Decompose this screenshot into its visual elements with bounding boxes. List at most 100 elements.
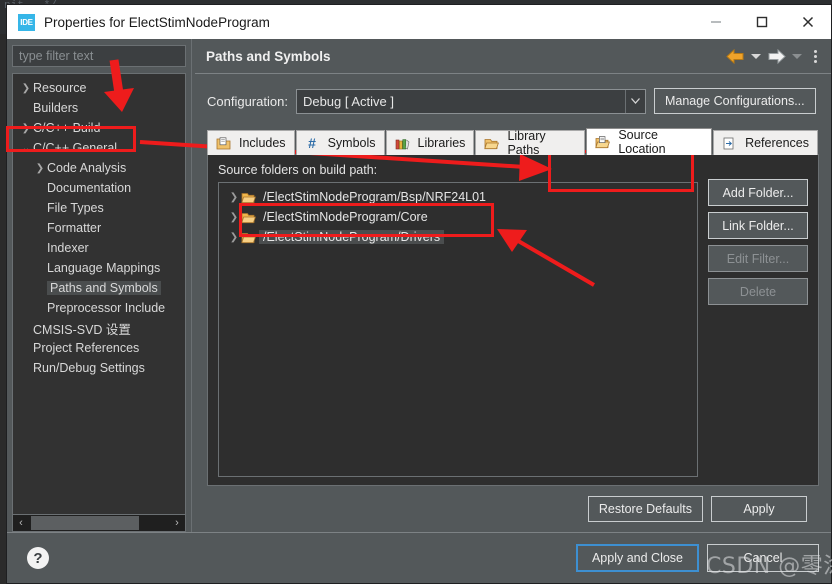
cancel-button[interactable]: Cancel	[707, 544, 819, 572]
apply-and-close-button[interactable]: Apply and Close	[575, 544, 699, 572]
delete-button: Delete	[708, 278, 808, 305]
sidebar-item-cpp-general[interactable]: ⌄ C/C++ General	[13, 138, 185, 158]
sidebar-item-run-debug-settings[interactable]: ❯ Run/Debug Settings	[13, 358, 185, 378]
no-twisty-icon: ❯	[33, 203, 47, 214]
scroll-right-icon[interactable]: ›	[169, 517, 185, 529]
sidebar-item-label: CMSIS-SVD 设置	[33, 322, 131, 337]
sidebar-item-documentation[interactable]: ❯ Documentation	[13, 178, 185, 198]
tab-label: Library Paths	[507, 129, 546, 157]
settings-tree[interactable]: ❯ Resource ❯ Builders ❯ C/C++ Build ⌄ C/…	[12, 73, 186, 514]
dialog-title: Properties for ElectStimNodeProgram	[44, 14, 270, 30]
manage-configurations-button[interactable]: Manage Configurations...	[653, 88, 816, 114]
sidebar-item-label: Language Mappings	[47, 261, 161, 275]
sidebar-item-resource[interactable]: ❯ Resource	[13, 78, 185, 98]
sidebar-item-paths-and-symbols[interactable]: ❯ Paths and Symbols	[13, 278, 185, 298]
list-item[interactable]: ❯ /ElectStimNodeProgram/Drivers	[219, 227, 697, 247]
back-history-chevron-down-icon[interactable]	[751, 53, 761, 59]
tab-label: Includes	[239, 136, 286, 150]
sidebar-item-label: Paths and Symbols	[47, 281, 161, 295]
sidebar-item-language-mappings[interactable]: ❯ Language Mappings	[13, 258, 185, 278]
tab-references[interactable]: References	[713, 130, 818, 155]
sidebar-item-label: Documentation	[47, 181, 132, 195]
chevron-right-icon[interactable]: ❯	[19, 83, 33, 94]
chevron-right-icon[interactable]: ❯	[33, 163, 47, 174]
no-twisty-icon: ❯	[33, 183, 47, 194]
chevron-down-icon[interactable]: ⌄	[19, 143, 33, 154]
chevron-right-icon[interactable]: ❯	[19, 123, 33, 134]
sidebar-item-builders[interactable]: ❯ Builders	[13, 98, 185, 118]
includes-icon	[216, 136, 231, 149]
sidebar-item-preprocessor-include[interactable]: ❯ Preprocessor Include	[13, 298, 185, 318]
scroll-thumb[interactable]	[31, 516, 139, 530]
filter-input[interactable]: type filter text	[12, 45, 186, 67]
folder-path: /ElectStimNodeProgram/Bsp/NRF24L01	[263, 190, 487, 204]
no-twisty-icon: ❯	[19, 363, 33, 374]
configuration-label: Configuration:	[207, 93, 288, 109]
configuration-row: Configuration: Debug [ Active ] Manage C…	[207, 88, 819, 114]
source-folders-section: Source folders on build path: ❯ /ElectSt…	[218, 163, 698, 477]
screen: nit */ IDE Properties for ElectStimNodeP…	[0, 0, 832, 584]
sidebar-item-formatter[interactable]: ❯ Formatter	[13, 218, 185, 238]
chevron-right-icon[interactable]: ❯	[227, 212, 241, 223]
folder-icon	[241, 212, 256, 223]
hash-icon: #	[308, 134, 316, 151]
scroll-left-icon[interactable]: ‹	[13, 517, 29, 529]
sidebar-item-label: C/C++ Build	[33, 121, 101, 135]
apply-button[interactable]: Apply	[711, 496, 807, 522]
source-folders-list[interactable]: ❯ /ElectStimNodeProgram/Bsp/NRF24L01 ❯ /…	[218, 182, 698, 477]
sidebar-item-label: Preprocessor Include	[47, 301, 166, 315]
minimize-icon[interactable]	[693, 5, 739, 39]
configuration-select[interactable]: Debug [ Active ]	[295, 88, 646, 114]
chevron-right-icon[interactable]: ❯	[227, 192, 241, 203]
sidebar-item-cpp-build[interactable]: ❯ C/C++ Build	[13, 118, 185, 138]
tab-library-paths[interactable]: Library Paths	[475, 129, 586, 157]
scroll-track[interactable]	[29, 515, 169, 531]
tab-source-location[interactable]: Source Location	[586, 128, 713, 156]
maximize-icon[interactable]	[739, 5, 785, 39]
libraries-icon	[395, 138, 409, 149]
settings-page: Paths and Symbols Configuration: Debug […	[195, 39, 831, 532]
sidebar-item-label: Code Analysis	[47, 161, 127, 175]
source-folders-caption: Source folders on build path:	[218, 163, 378, 177]
source-location-icon	[595, 135, 611, 148]
source-location-panel: Source folders on build path: ❯ /ElectSt…	[207, 154, 819, 486]
sidebar-item-label: File Types	[47, 201, 104, 215]
window-controls	[693, 5, 831, 39]
page-action-buttons: Restore Defaults Apply	[207, 486, 819, 532]
page-header: Paths and Symbols	[195, 39, 831, 73]
dialog-title-bar: IDE Properties for ElectStimNodeProgram	[7, 5, 831, 39]
chevron-right-icon[interactable]: ❯	[227, 232, 241, 243]
sidebar-item-indexer[interactable]: ❯ Indexer	[13, 238, 185, 258]
sidebar-item-label: Project References	[33, 341, 140, 355]
help-icon[interactable]: ?	[27, 547, 49, 569]
paths-symbols-tabs: Includes # Symbols Libraries Library Pat…	[207, 128, 819, 157]
sidebar-item-project-references[interactable]: ❯ Project References	[13, 338, 185, 358]
dialog-body: type filter text ❯ Resource ❯ Builders ❯…	[7, 39, 831, 532]
sidebar-item-label: Indexer	[47, 241, 89, 255]
folder-filtered-icon	[241, 192, 256, 203]
vertical-dots-icon[interactable]	[808, 49, 825, 63]
sidebar-item-label: Builders	[33, 101, 79, 115]
dialog-footer-buttons: Apply and Close Cancel	[575, 544, 819, 572]
properties-dialog: IDE Properties for ElectStimNodeProgram …	[6, 4, 832, 584]
page-toolbar	[726, 39, 825, 73]
forward-arrow-icon[interactable]	[767, 48, 786, 64]
back-arrow-icon[interactable]	[726, 48, 745, 64]
tab-symbols[interactable]: # Symbols	[295, 130, 385, 155]
list-item[interactable]: ❯ /ElectStimNodeProgram/Bsp/NRF24L01	[219, 187, 697, 207]
sidebar-item-cmsis-svd[interactable]: ❯ CMSIS-SVD 设置	[13, 318, 185, 338]
sidebar-item-code-analysis[interactable]: ❯ Code Analysis	[13, 158, 185, 178]
sidebar-horizontal-scrollbar[interactable]: ‹ ›	[12, 514, 186, 532]
close-icon[interactable]	[785, 5, 831, 39]
source-folder-actions: Add Folder... Link Folder... Edit Filter…	[708, 163, 808, 477]
add-folder-button[interactable]: Add Folder...	[708, 179, 808, 206]
link-folder-button[interactable]: Link Folder...	[708, 212, 808, 239]
list-item[interactable]: ❯ /ElectStimNodeProgram/Core	[219, 207, 697, 227]
tab-includes[interactable]: Includes	[207, 130, 295, 155]
chevron-down-icon[interactable]	[624, 89, 645, 113]
configuration-value: Debug [ Active ]	[302, 93, 395, 109]
tab-libraries[interactable]: Libraries	[385, 130, 475, 155]
sidebar-item-file-types[interactable]: ❯ File Types	[13, 198, 185, 218]
folder-path: /ElectStimNodeProgram/Drivers	[259, 230, 445, 244]
restore-defaults-button[interactable]: Restore Defaults	[587, 496, 703, 522]
